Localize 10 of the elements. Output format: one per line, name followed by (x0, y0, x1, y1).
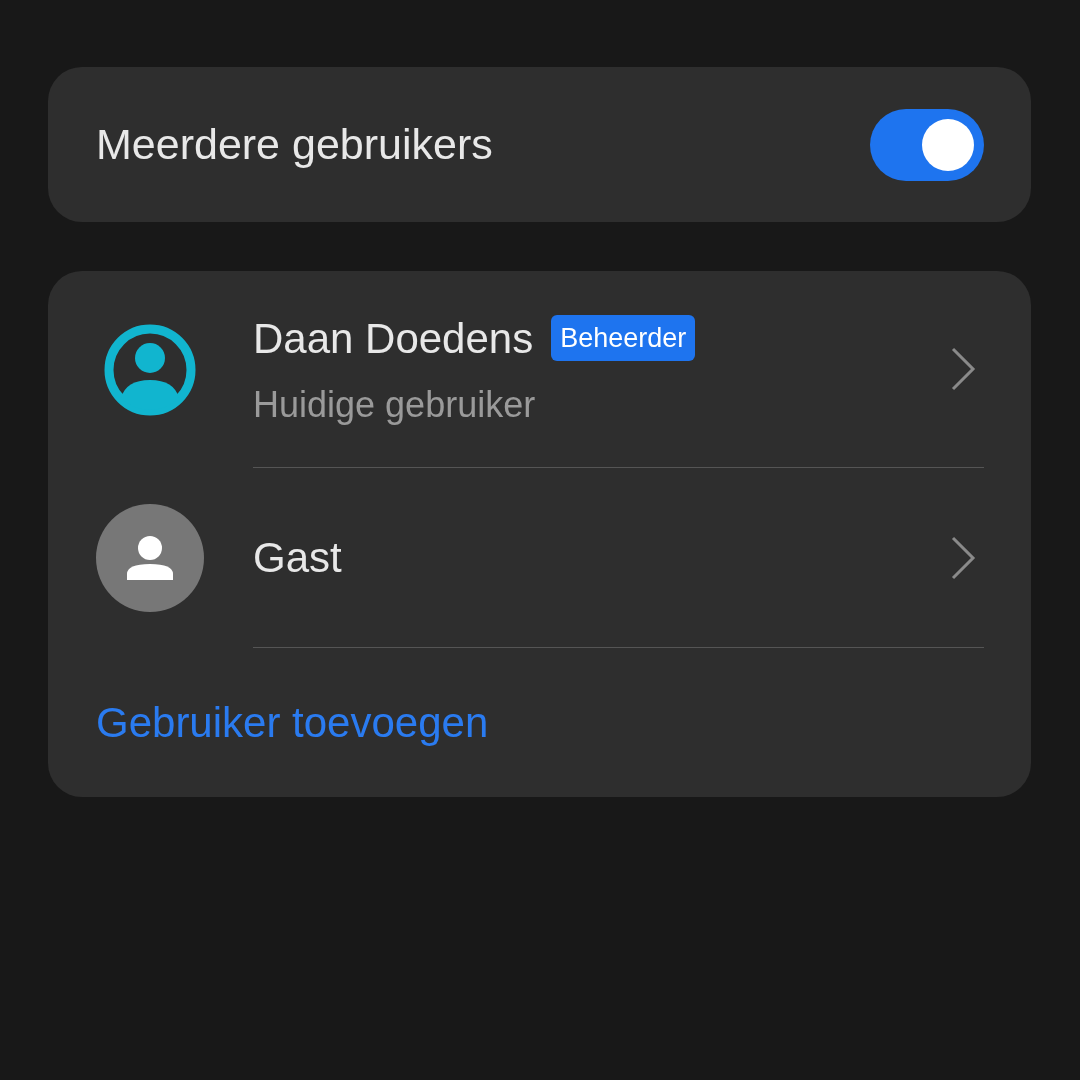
user-avatar-icon (104, 323, 196, 416)
role-badge: Beheerder (551, 314, 696, 362)
add-user-link[interactable]: Gebruiker toevoegen (96, 691, 489, 754)
setting-label: Meerdere gebruikers (96, 119, 493, 171)
chevron-right-icon[interactable] (950, 346, 976, 392)
chevron-right-icon[interactable] (950, 534, 976, 581)
user-name: Gast (253, 533, 342, 583)
user-status: Huidige gebruiker (253, 382, 537, 427)
user-name: Daan Doedens (253, 313, 534, 364)
guest-avatar-icon (96, 504, 204, 612)
